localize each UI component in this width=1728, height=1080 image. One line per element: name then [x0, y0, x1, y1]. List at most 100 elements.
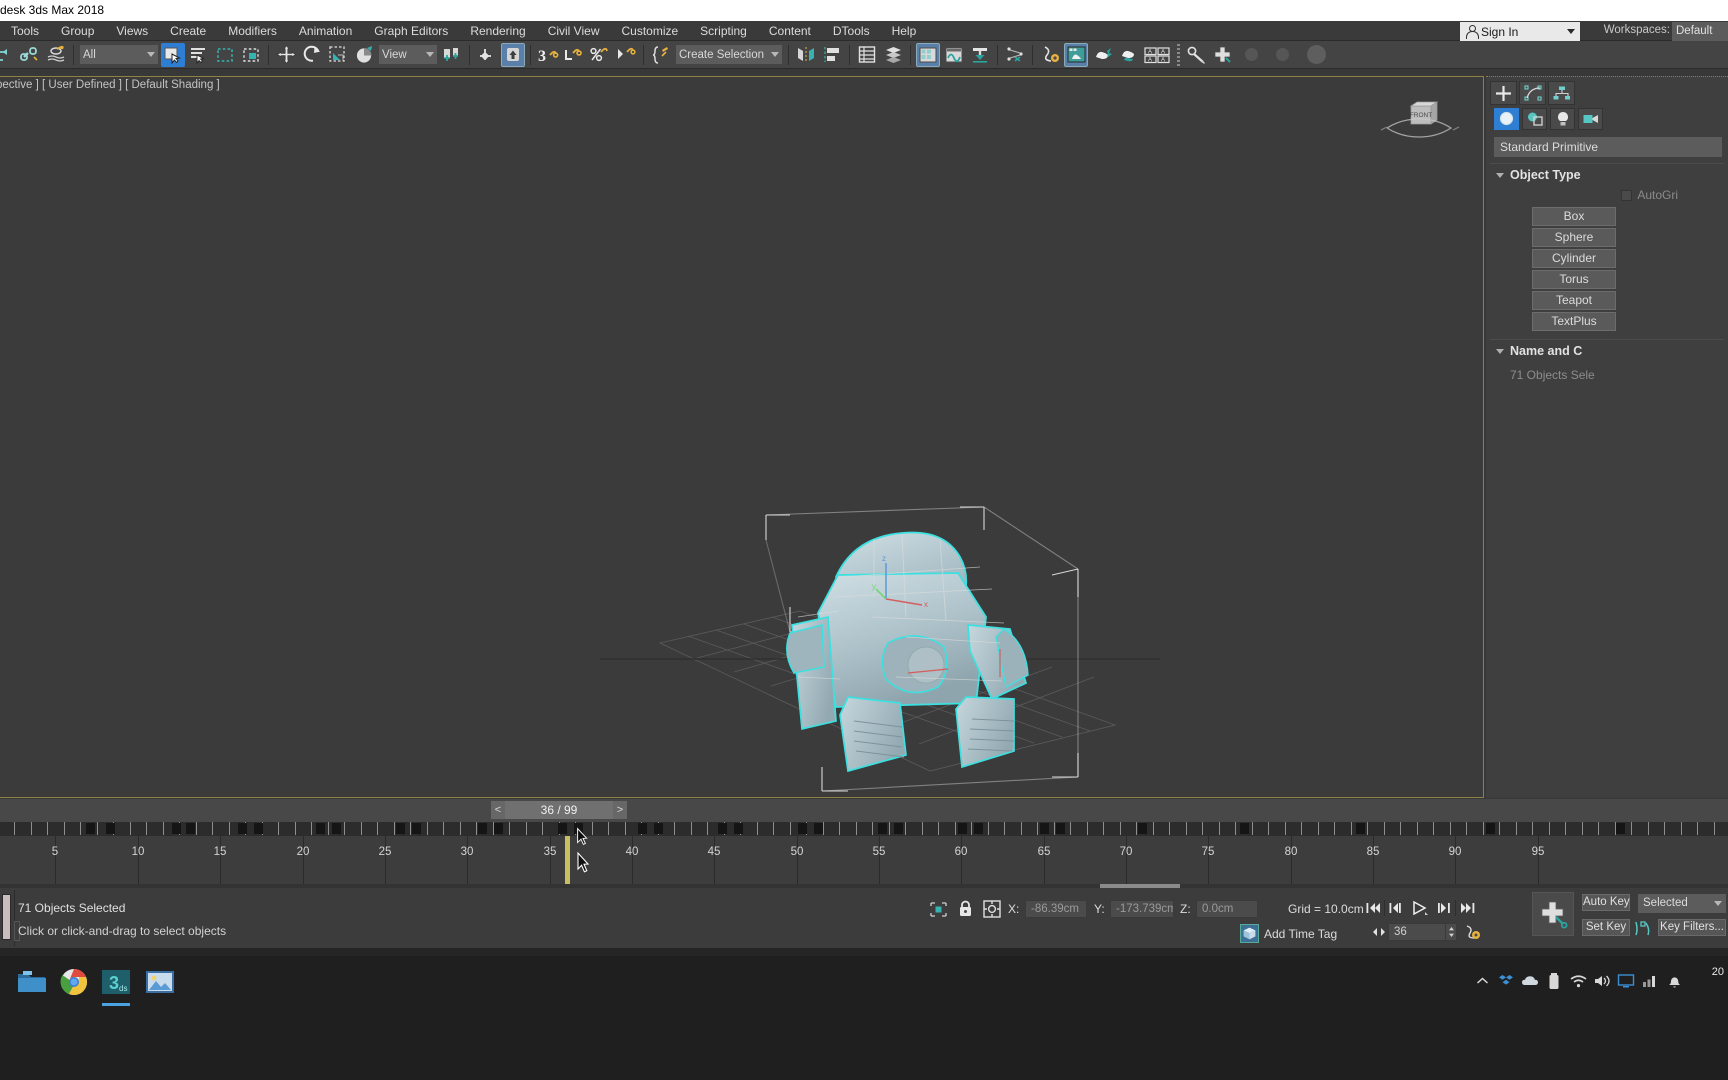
keyframe-marker[interactable]	[558, 823, 567, 834]
time-slider-widget[interactable]: < 36 / 99 >	[491, 801, 627, 819]
percent-snap-angle-button[interactable]	[562, 43, 586, 67]
select-by-name-button[interactable]	[187, 43, 211, 67]
create-teapot-button[interactable]: Teapot	[1532, 291, 1616, 310]
selection-lock-toggle-icon[interactable]	[956, 899, 974, 918]
spinner-snap-toggle-button[interactable]: 3	[536, 43, 560, 67]
set-key-button[interactable]: Set Key	[1582, 919, 1630, 936]
tray-expand-icon[interactable]	[1470, 970, 1494, 992]
taskbar-3dsmax-app[interactable]: 3 ds	[94, 962, 138, 1006]
absolute-relative-toggle-icon[interactable]	[929, 900, 947, 918]
menu-item-rendering[interactable]: Rendering	[459, 21, 536, 41]
keyframe-marker[interactable]	[478, 823, 487, 834]
keyframe-marker[interactable]	[316, 823, 325, 834]
select-and-move-button[interactable]	[274, 43, 298, 67]
keyframe-marker[interactable]	[734, 823, 743, 834]
select-and-place-button[interactable]	[352, 43, 376, 67]
menu-item-create[interactable]: Create	[159, 21, 217, 41]
menu-item-graph-editors[interactable]: Graph Editors	[363, 21, 459, 41]
menu-item-tools[interactable]: Tools	[0, 21, 50, 41]
keyframe-marker[interactable]	[1040, 823, 1049, 834]
percent-snap-toggle-button[interactable]	[588, 43, 612, 67]
goto-end-button[interactable]	[1456, 898, 1478, 918]
keyframe-marker[interactable]	[638, 823, 647, 834]
key-filters-curve-icon[interactable]	[1632, 919, 1654, 938]
frame-spinner-arrows[interactable]	[1446, 923, 1457, 941]
keyframe-marker[interactable]	[1240, 823, 1249, 834]
add-time-tag-control[interactable]: Add Time Tag	[1240, 924, 1337, 943]
auto-key-button[interactable]: Auto Key	[1582, 894, 1630, 911]
keyframe-marker[interactable]	[798, 823, 807, 834]
z-coord-field[interactable]: 0.0cm	[1196, 900, 1258, 918]
keyframe-marker[interactable]	[958, 823, 967, 834]
autogrid-checkbox[interactable]	[1621, 189, 1633, 201]
menu-item-scripting[interactable]: Scripting	[689, 21, 758, 41]
keyframe-marker[interactable]	[1616, 823, 1625, 834]
keyframe-marker[interactable]	[106, 823, 115, 834]
angle-snap-toggle-button[interactable]	[501, 42, 525, 67]
keyframe-marker[interactable]	[86, 823, 95, 834]
create-box-button[interactable]: Box	[1532, 207, 1616, 226]
keyframe-marker[interactable]	[1486, 823, 1495, 834]
taskbar-photo-app[interactable]	[138, 962, 182, 1002]
menu-item-civil-view[interactable]: Civil View	[537, 21, 611, 41]
keyframe-marker[interactable]	[654, 823, 663, 834]
slate-material-editor-button[interactable]	[942, 43, 966, 67]
create-textplus-button[interactable]: TextPlus	[1532, 312, 1616, 331]
goto-start-button[interactable]	[1362, 898, 1384, 918]
timeline-ruler[interactable]: 5 10 15 20 25 30 35 40 45 50 55 60 65 70 75 80 85 90 95	[0, 836, 1728, 888]
create-selection-set-dropdown[interactable]: Create Selection Set	[676, 45, 782, 64]
rollout-header-object-type[interactable]: Object Type	[1490, 164, 1724, 186]
keyframe-strip[interactable]	[0, 822, 1728, 836]
brush-settings-button[interactable]	[1185, 43, 1209, 67]
play-animation-button[interactable]	[1407, 898, 1433, 918]
viewport[interactable]: pective ] [ User Defined ] [ Default Sha…	[0, 76, 1484, 798]
select-and-scale-button[interactable]	[326, 43, 350, 67]
tray-onedrive-icon[interactable]	[1518, 970, 1542, 992]
menu-item-modifiers[interactable]: Modifiers	[217, 21, 288, 41]
keyframe-marker[interactable]	[814, 823, 823, 834]
scene-explorer-button[interactable]	[881, 43, 905, 67]
primitives-category-dropdown[interactable]: Standard Primitive	[1494, 137, 1722, 157]
set-keys-big-button[interactable]	[1532, 892, 1574, 936]
subtab-geometry[interactable]	[1494, 107, 1519, 130]
tab-modify[interactable]	[1519, 81, 1546, 105]
track-bar[interactable]: 5 10 15 20 25 30 35 40 45 50 55 60 65 70 75 80 85 90 95	[0, 822, 1728, 888]
select-object-button[interactable]	[161, 42, 185, 67]
window-crossing-toggle-button[interactable]	[239, 43, 263, 67]
keyframe-marker[interactable]	[332, 823, 341, 834]
rendered-frame-window-button[interactable]	[1064, 42, 1088, 67]
keyframe-marker[interactable]	[1356, 823, 1365, 834]
menu-item-dtools[interactable]: DTools	[822, 21, 881, 41]
tab-hierarchy[interactable]	[1548, 81, 1575, 105]
keyframe-marker[interactable]	[412, 823, 421, 834]
select-and-rotate-button[interactable]	[300, 43, 324, 67]
open-ati-button[interactable]: A A A A	[1142, 43, 1172, 67]
align-button[interactable]	[820, 43, 844, 67]
tray-wifi-icon[interactable]	[1566, 970, 1590, 992]
layer-explorer-button[interactable]	[855, 43, 879, 67]
menu-item-group[interactable]: Group	[50, 21, 105, 41]
minimize-panel-toggle[interactable]	[2, 894, 11, 940]
next-frame-button[interactable]: >	[613, 801, 627, 819]
render-setup-button[interactable]	[1038, 43, 1062, 67]
toolbar-round-button-1[interactable]	[1245, 48, 1258, 61]
viewport-3d-scene[interactable]: z x y	[0, 77, 1484, 798]
undo-button[interactable]	[0, 43, 16, 67]
keyframe-marker[interactable]	[894, 823, 903, 834]
key-mode-toggle-button[interactable]	[1370, 922, 1388, 942]
tab-create[interactable]	[1490, 81, 1517, 105]
key-filters-button[interactable]: Key Filters...	[1658, 919, 1726, 936]
menu-item-customize[interactable]: Customize	[610, 21, 689, 41]
keyframe-marker[interactable]	[878, 823, 887, 834]
render-setup-download-button[interactable]	[968, 43, 992, 67]
toolbar-round-button-2[interactable]	[1276, 48, 1289, 61]
add-paint-button[interactable]	[1211, 43, 1235, 67]
rectangular-selection-region-button[interactable]	[213, 43, 237, 67]
use-pivot-point-center-button[interactable]	[440, 43, 464, 67]
keyframe-marker[interactable]	[1138, 823, 1147, 834]
keyframe-marker[interactable]	[186, 823, 195, 834]
taskbar-chrome-browser[interactable]	[52, 962, 96, 1002]
subtab-shapes[interactable]	[1522, 107, 1547, 130]
menu-item-help[interactable]: Help	[881, 21, 928, 41]
tray-notification-icon[interactable]	[1662, 970, 1686, 992]
